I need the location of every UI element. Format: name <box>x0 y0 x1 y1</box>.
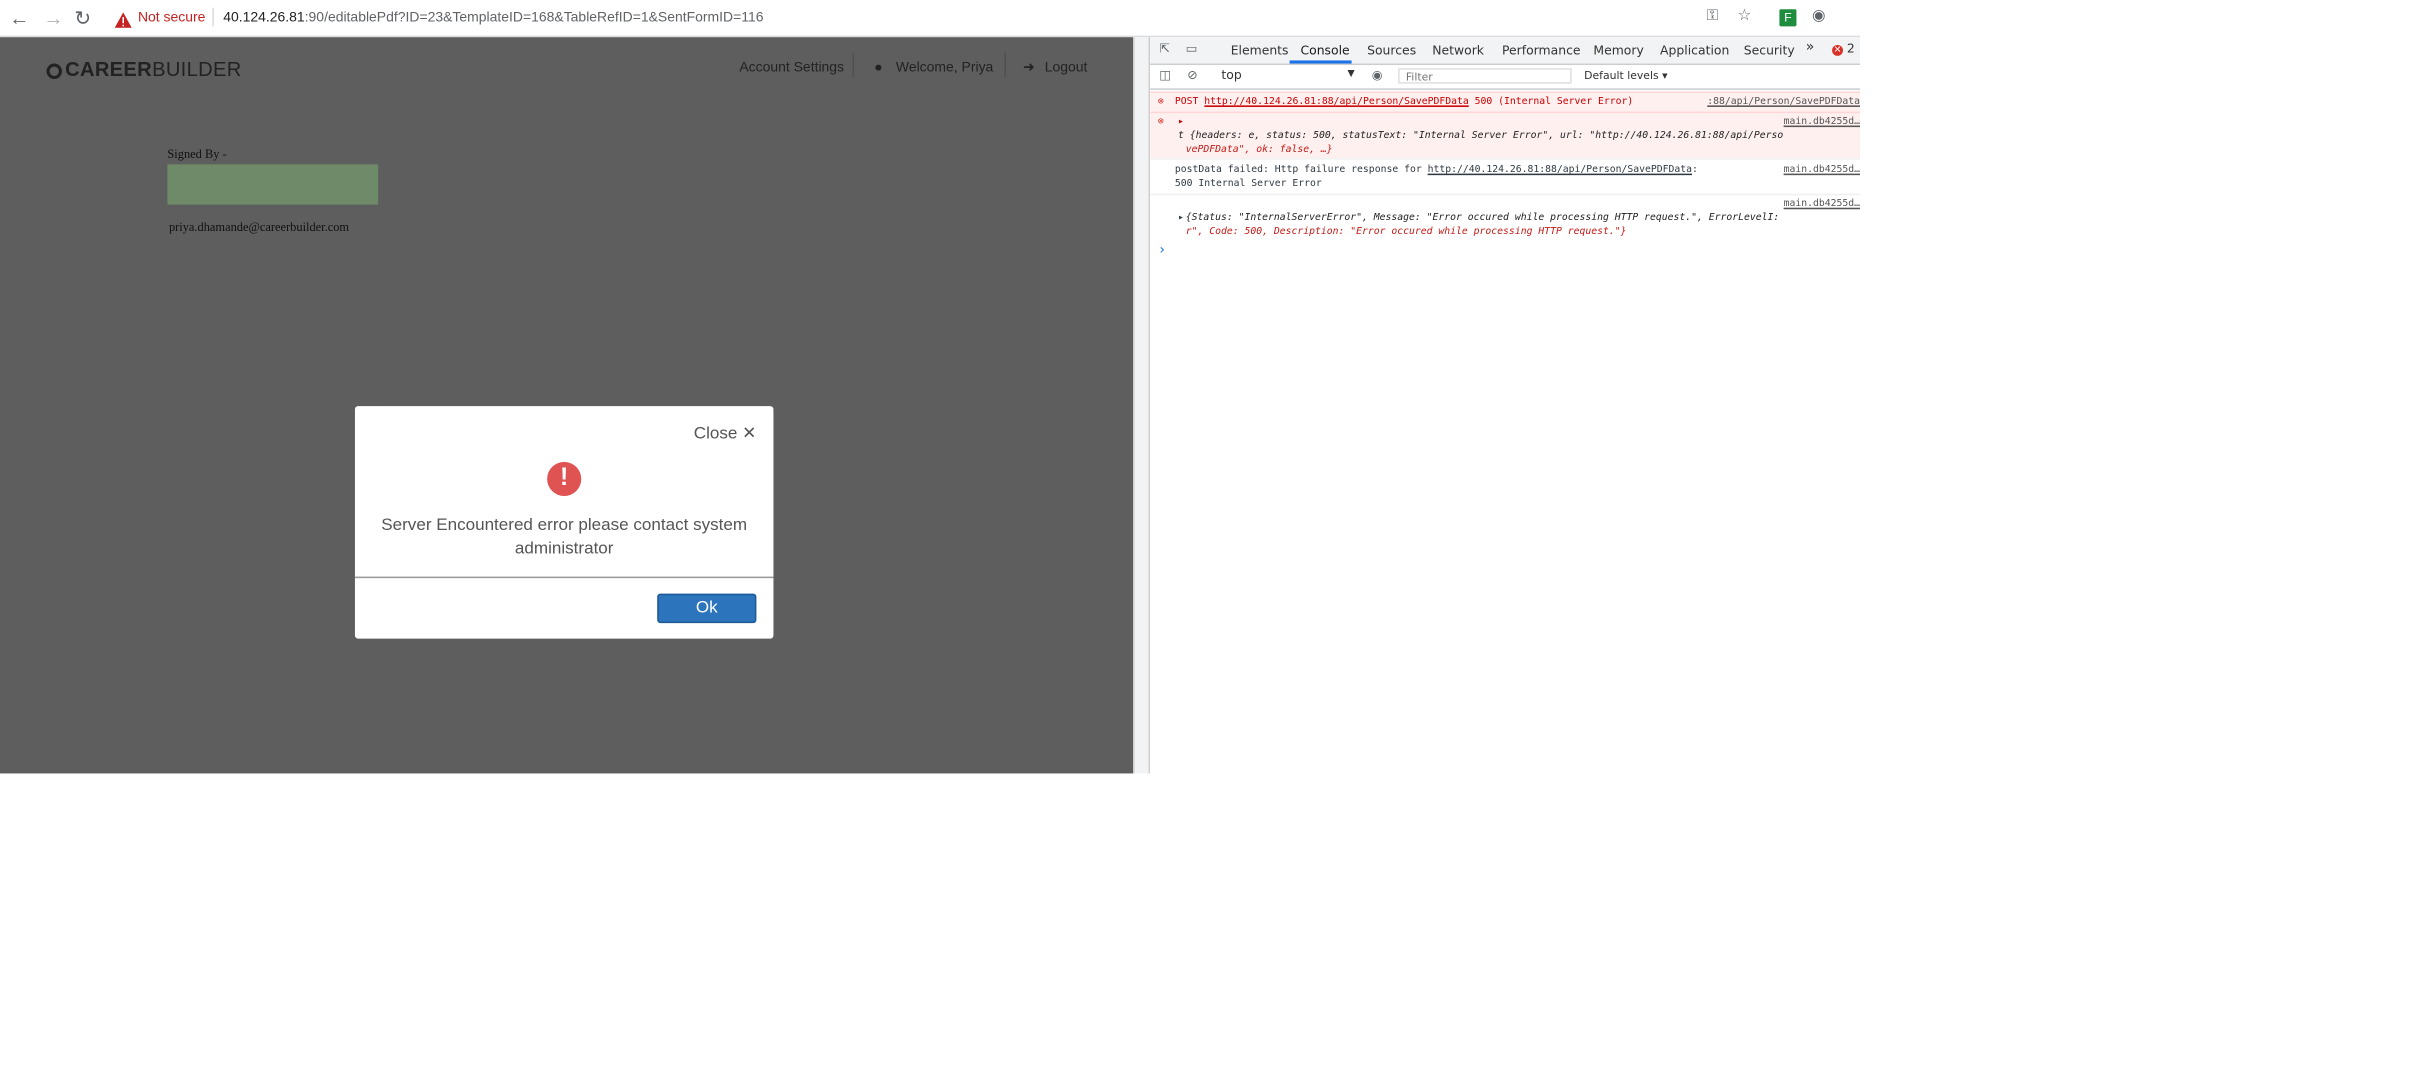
error-icon: ✕ <box>1832 44 1843 56</box>
console-error-row[interactable]: ⊗ ▸ main.db4255d… t {headers: e, status:… <box>1150 111 1860 159</box>
devtools-tabbar: ⇱ ▭ Elements Console Sources Network Per… <box>1150 37 1860 66</box>
nav-divider <box>852 52 855 78</box>
tab-elements[interactable]: Elements <box>1231 43 1289 57</box>
not-secure-label[interactable]: Not secure <box>138 3 205 32</box>
key-icon[interactable]: ⚿ <box>1707 8 1719 25</box>
console-toolbar: ◫ ⊘ top ▼ ◉ Filter Default levels ▾ <box>1150 65 1860 90</box>
console-source-link[interactable]: main.db4255d… <box>1784 163 1860 177</box>
nav-divider <box>1004 52 1006 78</box>
console-error-row: ⊗ POST http://40.124.26.81:88/api/Person… <box>1150 91 1860 112</box>
context-selector[interactable]: top ▼ <box>1221 68 1354 84</box>
url-text[interactable]: 40.124.26.81:90/editablePdf?ID=23&Templa… <box>223 3 763 32</box>
eye-icon[interactable]: ◉ <box>1372 68 1383 82</box>
tab-memory[interactable]: Memory <box>1593 43 1643 57</box>
expand-arrow-icon[interactable]: ▸ <box>1178 211 1184 225</box>
console-source-link[interactable]: main.db4255d… <box>1784 197 1860 211</box>
console-object[interactable]: {Status: "InternalServerError", Message:… <box>1186 211 1780 225</box>
console-source-link[interactable]: :88/api/Person/SavePDFData <box>1707 94 1860 109</box>
clear-console-icon[interactable]: ⊘ <box>1187 68 1197 82</box>
tab-security[interactable]: Security <box>1744 43 1795 57</box>
page-overlay: CAREERBUILDER Account Settings ● Welcome… <box>0 37 1134 774</box>
address-divider <box>212 7 214 27</box>
error-count-badge[interactable]: ✕ 2 <box>1832 42 1855 56</box>
console-log-row[interactable]: main.db4255d… ▸ {Status: "InternalServer… <box>1150 193 1860 241</box>
console-object[interactable]: t {headers: e, status: 500, statusText: … <box>1178 129 1783 143</box>
levels-dropdown[interactable]: Default levels ▾ <box>1584 70 1667 82</box>
console-object-cont: vePDFData", ok: false, …} <box>1185 144 1333 155</box>
console-link[interactable]: http://40.124.26.81:88/api/Person/SavePD… <box>1428 164 1692 175</box>
logout-link[interactable]: Logout <box>1045 59 1088 74</box>
error-icon: ⊗ <box>1157 116 1164 128</box>
active-tab-indicator <box>1289 60 1352 64</box>
logout-icon: ➜ <box>1022 58 1035 75</box>
reload-icon[interactable]: ↻ <box>74 6 91 31</box>
console-source-link[interactable]: main.db4255d… <box>1783 114 1860 129</box>
back-arrow-icon[interactable]: ← <box>9 6 29 29</box>
error-icon: ⊗ <box>1157 96 1164 107</box>
signer-email: priya.dhamande@careerbuilder.com <box>168 220 350 235</box>
devtools-panel: ⇱ ▭ Elements Console Sources Network Per… <box>1150 37 1860 774</box>
error-exclamation-icon: ! <box>547 461 582 496</box>
tab-network[interactable]: Network <box>1432 43 1484 57</box>
ok-button[interactable]: Ok <box>657 593 757 624</box>
more-tabs-icon[interactable]: » <box>1806 40 1815 56</box>
extension-icon[interactable]: F <box>1779 9 1797 27</box>
inspect-icon[interactable]: ⇱ <box>1159 42 1169 56</box>
warning-icon <box>114 9 132 38</box>
console-object-cont: r", Code: 500, Description: "Error occur… <box>1185 226 1627 238</box>
forward-arrow-icon[interactable]: → <box>43 6 63 29</box>
address-bar[interactable]: Not secure 40.124.26.81:90/editablePdf?I… <box>105 3 1767 32</box>
devtools-splitter[interactable] <box>1133 37 1151 774</box>
console-log-text: 500 Internal Server Error <box>1174 178 1322 190</box>
tab-console[interactable]: Console <box>1300 43 1349 57</box>
device-toggle-icon[interactable]: ▭ <box>1186 42 1198 56</box>
signed-by-label: Signed By - <box>167 147 227 162</box>
tab-performance[interactable]: Performance <box>1502 43 1581 57</box>
tab-application[interactable]: Application <box>1660 43 1729 57</box>
account-settings-link[interactable]: Account Settings <box>739 59 844 74</box>
expand-arrow-icon[interactable]: ▸ <box>1178 115 1184 129</box>
filter-input[interactable]: Filter <box>1398 68 1572 84</box>
console-link[interactable]: http://40.124.26.81:88/api/Person/SavePD… <box>1204 96 1468 107</box>
careerbuilder-logo: CAREERBUILDER <box>46 57 242 81</box>
signature-field[interactable] <box>167 164 379 205</box>
browser-toolbar: ← → ↻ Not secure 40.124.26.81:90/editabl… <box>0 0 1860 38</box>
welcome-text[interactable]: Welcome, Priya <box>896 59 993 74</box>
console-prompt-icon[interactable]: › <box>1159 243 1165 259</box>
tab-sources[interactable]: Sources <box>1367 43 1416 57</box>
camera-icon[interactable]: ◉ <box>1812 8 1826 25</box>
console-log-row: postData failed: Http failure response f… <box>1150 158 1860 194</box>
logo-mark-icon <box>46 63 62 80</box>
error-message: Server Encountered error please contact … <box>381 516 748 558</box>
error-dialog: Close ✕ ! Server Encountered error pleas… <box>354 406 774 639</box>
bell-icon: ● <box>874 58 883 75</box>
sidebar-toggle-icon[interactable]: ◫ <box>1159 68 1171 82</box>
close-button[interactable]: Close ✕ <box>694 423 757 444</box>
dialog-divider <box>354 576 774 579</box>
star-icon[interactable]: ☆ <box>1738 8 1752 25</box>
